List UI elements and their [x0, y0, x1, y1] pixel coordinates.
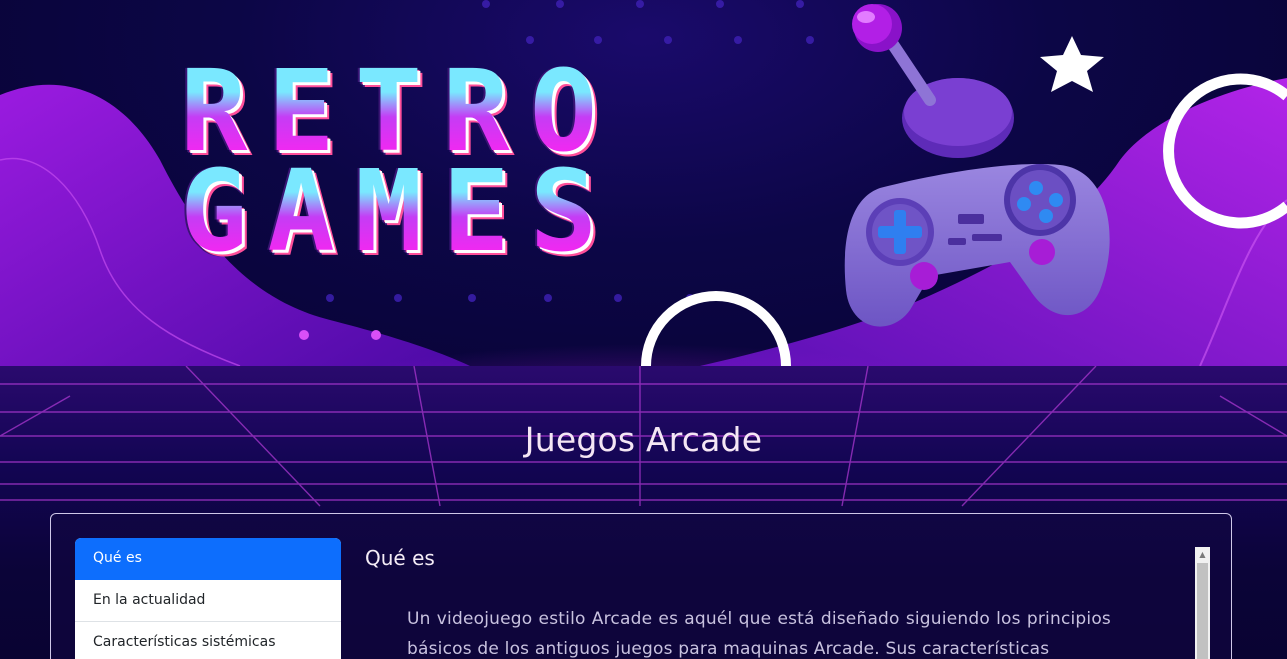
retro-games-logo: RETRO GAMES	[180, 56, 790, 268]
section-title: Juegos Arcade	[524, 420, 763, 459]
content-scrollbar[interactable]: ▲	[1195, 547, 1210, 659]
list-item-en-la-actualidad[interactable]: En la actualidad	[75, 580, 341, 622]
page: RETRO GAMES Juegos Arcade Qué es En la a…	[0, 0, 1287, 659]
content-card: Qué es En la actualidad Características …	[50, 513, 1232, 659]
content-heading: Qué es	[365, 546, 435, 570]
content-panel: Qué es Un videojuego estilo Arcade es aq…	[365, 538, 1195, 659]
content-paragraph: Un videojuego estilo Arcade es aquél que…	[407, 609, 1111, 659]
scroll-up-arrow-icon[interactable]: ▲	[1195, 547, 1210, 562]
list-item-caracteristicas-sistemicas[interactable]: Características sistémicas	[75, 622, 341, 659]
scroll-thumb[interactable]	[1197, 563, 1208, 659]
topics-list: Qué es En la actualidad Características …	[75, 538, 341, 659]
list-item-que-es[interactable]: Qué es	[75, 538, 341, 580]
logo-line-games: GAMES	[180, 156, 790, 268]
hero-banner: RETRO GAMES	[0, 0, 1287, 366]
